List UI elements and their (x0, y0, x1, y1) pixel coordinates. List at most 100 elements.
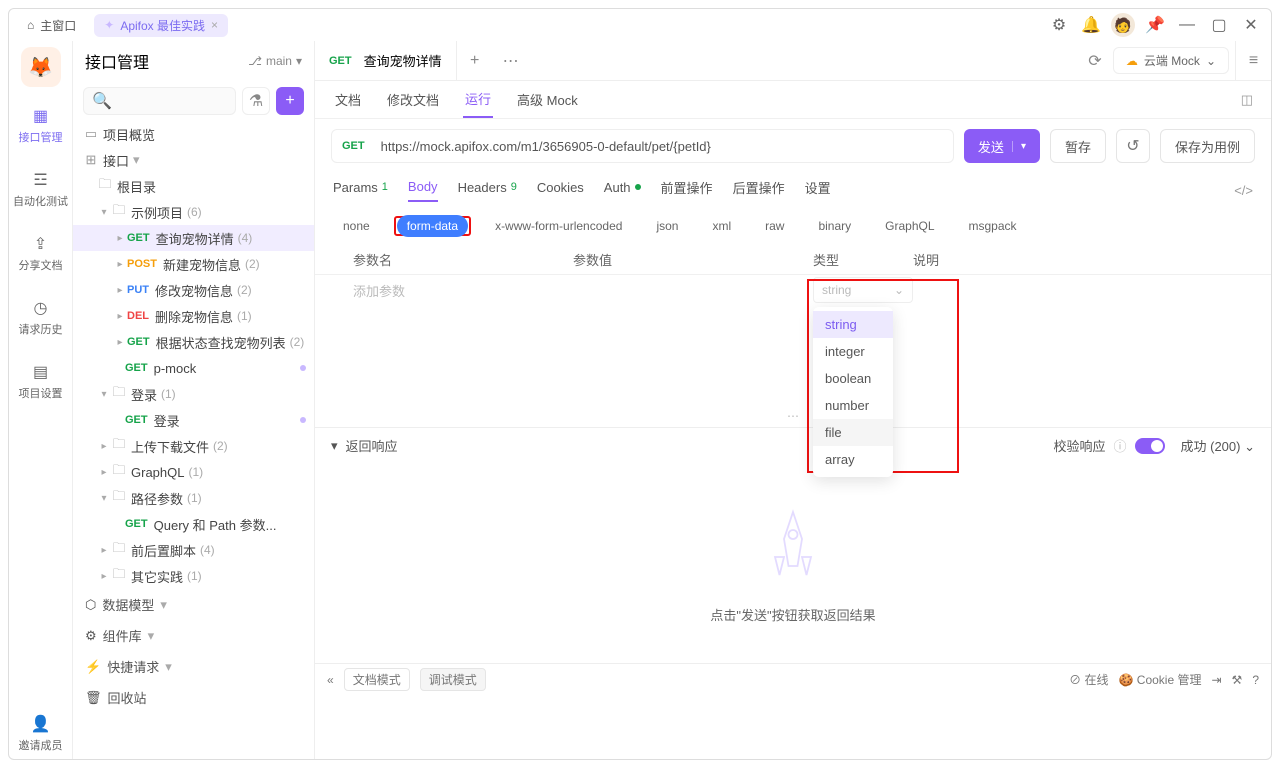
save-tmp-button[interactable]: 暂存 (1050, 129, 1106, 163)
test-icon: ☲ (30, 169, 52, 191)
chevron-down-icon[interactable]: ▾ (331, 438, 338, 454)
nav-invite[interactable]: 👤邀请成员 (13, 707, 69, 759)
nav-api[interactable]: ▦接口管理 (13, 99, 69, 151)
file-tab[interactable]: ✦ Apifox 最佳实践 × (94, 14, 228, 37)
tree-upload-folder[interactable]: ▸🗀上传下载文件(2) (73, 433, 314, 459)
resize-handle[interactable]: ⋯ (315, 405, 1271, 427)
tree-root[interactable]: 🗀根目录 (73, 173, 314, 199)
type-opt-array[interactable]: array (813, 446, 893, 473)
close-icon[interactable]: × (211, 18, 218, 32)
refresh-button[interactable]: ⟳ (1077, 41, 1113, 80)
tree-graphql-folder[interactable]: ▸🗀GraphQL(1) (73, 459, 314, 485)
tree-script-folder[interactable]: ▸🗀前后置脚本(4) (73, 537, 314, 563)
status-select[interactable]: 成功 (200) ⌄ (1181, 436, 1256, 455)
reqtab-auth[interactable]: Auth (604, 180, 641, 201)
folder-icon: 🗀 (111, 383, 127, 405)
reqtab-params[interactable]: Params1 (333, 180, 388, 201)
reqtab-body[interactable]: Body (408, 179, 438, 202)
send-button[interactable]: 发送▾ (964, 129, 1040, 163)
tree-example-proj[interactable]: ▾🗀示例项目(6) (73, 199, 314, 225)
type-select[interactable]: string⌄ (813, 277, 913, 303)
export-icon[interactable]: ⇥ (1211, 673, 1221, 687)
bodytype-raw[interactable]: raw (755, 215, 794, 237)
nav-history[interactable]: ◷请求历史 (13, 291, 69, 343)
sec-components[interactable]: ⚙组件库▾ (73, 620, 314, 651)
mode-debug[interactable]: 调试模式 (420, 668, 486, 691)
bolt-icon: ⚡ (85, 659, 101, 675)
validate-toggle[interactable] (1135, 438, 1165, 454)
url-input[interactable]: GET https://mock.apifox.com/m1/3656905-0… (331, 129, 954, 163)
sec-trash[interactable]: 🗑回收站 (73, 682, 314, 713)
bodytype-json[interactable]: json (646, 215, 688, 237)
request-tab[interactable]: GET 查询宠物详情 (315, 41, 457, 80)
tool-icon[interactable]: ⚒ (1232, 673, 1243, 687)
tree-login-item[interactable]: GET登录 (73, 407, 314, 433)
reqtab-pre[interactable]: 前置操作 (661, 178, 713, 203)
type-opt-file[interactable]: file (813, 419, 893, 446)
reqtab-settings[interactable]: 设置 (805, 178, 831, 203)
home-tab[interactable]: ⌂ 主窗口 (17, 14, 86, 37)
filter-button[interactable]: ⚗ (242, 87, 270, 115)
tree-pet-status[interactable]: ▸GET根据状态查找宠物列表(2) (73, 329, 314, 355)
subtab-doc[interactable]: 文档 (333, 82, 363, 117)
reqtab-headers[interactable]: Headers9 (458, 180, 517, 201)
nav-test[interactable]: ☲自动化测试 (13, 163, 69, 215)
bodytype-urlencoded[interactable]: x-www-form-urlencoded (485, 215, 632, 237)
avatar[interactable]: 🧑 (1111, 13, 1135, 37)
bodytype-xml[interactable]: xml (702, 215, 741, 237)
tree-pet-post[interactable]: ▸POST新建宠物信息(2) (73, 251, 314, 277)
minimize-icon[interactable]: — (1175, 13, 1199, 37)
branch-selector[interactable]: ⎇main▾ (248, 54, 302, 68)
bodytype-binary[interactable]: binary (808, 215, 861, 237)
tree-interfaces[interactable]: ⊞接口▾ (73, 147, 314, 173)
param-name-input[interactable]: 添加参数 (333, 281, 573, 300)
reset-button[interactable]: ↺ (1116, 129, 1150, 163)
settings-icon[interactable]: ⚙ (1047, 13, 1071, 37)
save-case-button[interactable]: 保存为用例 (1160, 129, 1255, 163)
reqtab-post[interactable]: 后置操作 (733, 178, 785, 203)
bodytype-graphql[interactable]: GraphQL (875, 215, 944, 237)
cookie-mgmt[interactable]: 🍪 Cookie 管理 (1119, 671, 1202, 688)
bodytype-formdata[interactable]: form-data (397, 215, 468, 237)
help-icon[interactable]: ⓘ (1113, 436, 1126, 455)
sec-quick[interactable]: ⚡快捷请求▾ (73, 651, 314, 682)
tree-pet-mock[interactable]: GETp-mock (73, 355, 314, 381)
pin-icon[interactable]: 📌 (1143, 13, 1167, 37)
tree-path-item[interactable]: GETQuery 和 Path 参数... (73, 511, 314, 537)
reqtab-cookies[interactable]: Cookies (537, 180, 584, 201)
subtab-edit[interactable]: 修改文档 (385, 82, 441, 117)
mode-doc[interactable]: 文档模式 (344, 668, 410, 691)
split-view-icon[interactable]: ◫ (1241, 92, 1253, 108)
subtab-run[interactable]: 运行 (463, 81, 493, 118)
more-tabs-button[interactable]: ⋯ (493, 41, 529, 80)
subtab-mock[interactable]: 高级 Mock (515, 82, 580, 117)
type-opt-integer[interactable]: integer (813, 338, 893, 365)
new-tab-button[interactable]: + (457, 41, 493, 80)
tree-pet-put[interactable]: ▸PUT修改宠物信息(2) (73, 277, 314, 303)
maximize-icon[interactable]: ▢ (1207, 13, 1231, 37)
nav-share[interactable]: ⇪分享文档 (13, 227, 69, 279)
bell-icon[interactable]: 🔔 (1079, 13, 1103, 37)
help-icon[interactable]: ? (1252, 673, 1259, 687)
bodytype-msgpack[interactable]: msgpack (959, 215, 1027, 237)
tree-other-folder[interactable]: ▸🗀其它实践(1) (73, 563, 314, 589)
bodytype-none[interactable]: none (333, 215, 380, 237)
menu-button[interactable]: ≡ (1235, 41, 1271, 80)
tree-pet-get[interactable]: ▸GET查询宠物详情(4) (73, 225, 314, 251)
chevron-down-icon[interactable]: ▾ (1012, 141, 1026, 152)
tree-pet-del[interactable]: ▸DEL删除宠物信息(1) (73, 303, 314, 329)
search-input[interactable]: 🔍 (83, 87, 236, 115)
code-icon[interactable]: </> (1234, 183, 1253, 198)
nav-settings[interactable]: ▤项目设置 (13, 355, 69, 407)
tree-login-folder[interactable]: ▾🗀登录(1) (73, 381, 314, 407)
sec-datamodel[interactable]: ⬡数据模型▾ (73, 589, 314, 620)
close-window-icon[interactable]: ✕ (1239, 13, 1263, 37)
type-opt-boolean[interactable]: boolean (813, 365, 893, 392)
env-selector[interactable]: ☁云端 Mock⌄ (1113, 47, 1229, 74)
collapse-icon[interactable]: « (327, 673, 334, 687)
tree-path-folder[interactable]: ▾🗀路径参数(1) (73, 485, 314, 511)
type-opt-string[interactable]: string (813, 311, 893, 338)
type-opt-number[interactable]: number (813, 392, 893, 419)
tree-overview[interactable]: ▭项目概览 (73, 121, 314, 147)
add-button[interactable]: + (276, 87, 304, 115)
